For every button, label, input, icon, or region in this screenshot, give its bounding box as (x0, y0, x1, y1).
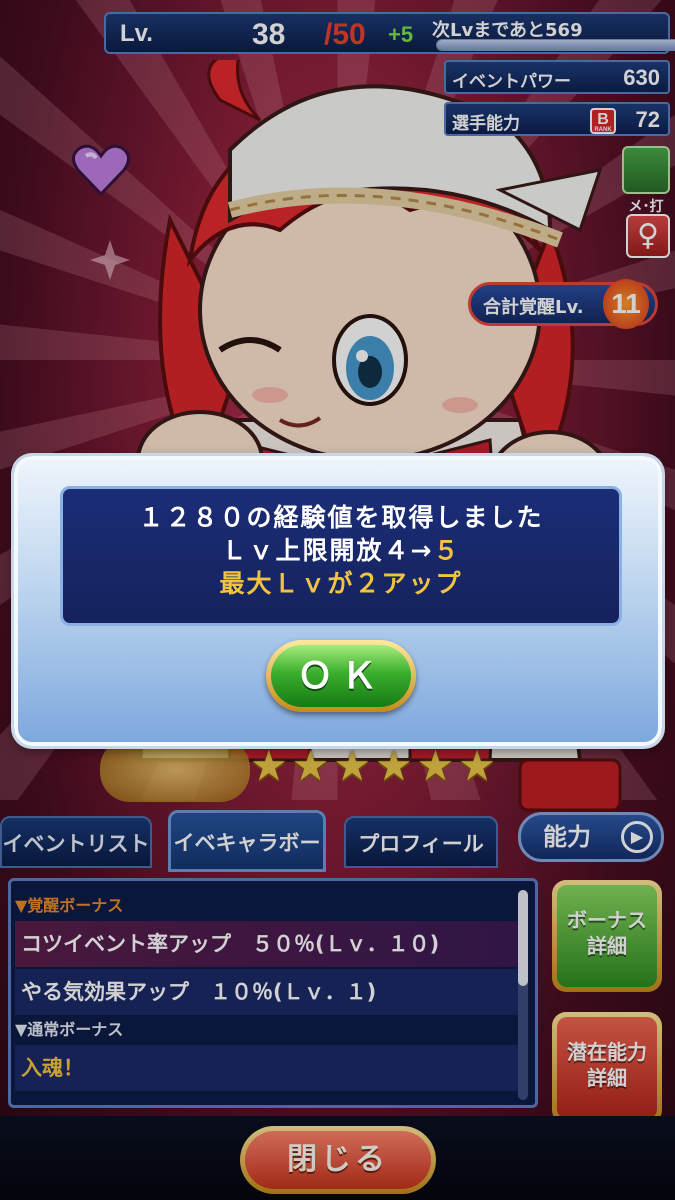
limit-value: ５ (433, 536, 461, 565)
message-line-maxlv: 最大Ｌｖが２アップ (219, 569, 463, 598)
message-box: １２８０の経験値を取得しました Ｌｖ上限開放４→５ 最大Ｌｖが２アップ (60, 486, 622, 626)
message-line-limit: Ｌｖ上限開放４→５ (63, 534, 619, 567)
result-dialog: １２８０の経験値を取得しました Ｌｖ上限開放４→５ 最大Ｌｖが２アップ ＯＫ (14, 456, 662, 746)
ok-label: ＯＫ (271, 645, 411, 707)
ok-button[interactable]: ＯＫ (266, 640, 416, 712)
game-screen: Lv. 38 /50 +5 次Lvまであと569 イベントパワー 630 選手能… (0, 0, 675, 1200)
message-line-exp: １２８０の経験値を取得しました (138, 503, 544, 532)
limit-text: Ｌｖ上限開放４→ (221, 536, 434, 565)
